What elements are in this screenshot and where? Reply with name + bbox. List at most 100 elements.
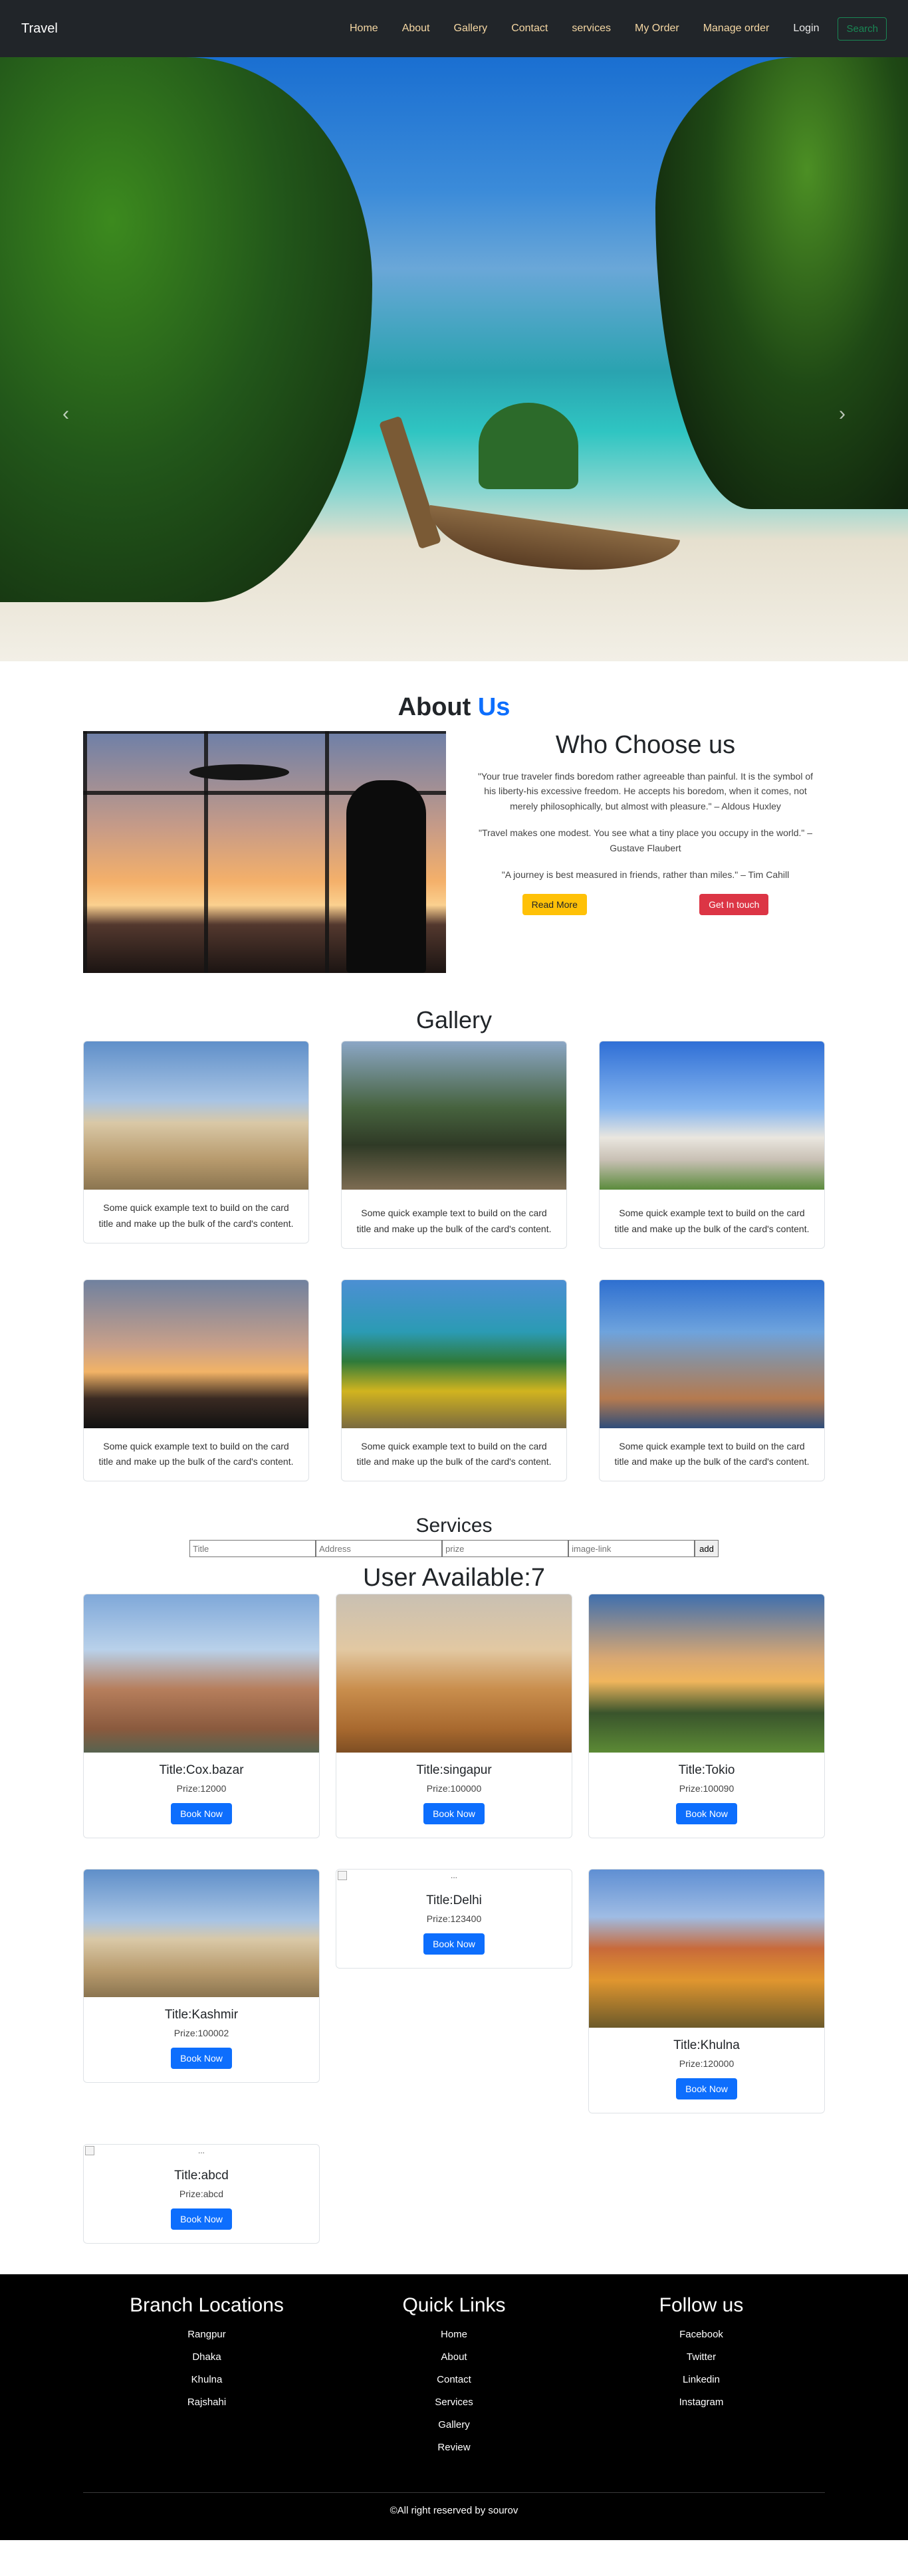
- chevron-left-icon[interactable]: ‹: [62, 403, 69, 425]
- service-image: [589, 1594, 824, 1753]
- nav-about[interactable]: About: [402, 23, 430, 35]
- branch-locations: Branch Locations Rangpur Dhaka Khulna Ra…: [83, 2294, 330, 2459]
- service-card: Title:Tokio Prize:100090 Book Now: [588, 1594, 825, 1839]
- address-input[interactable]: [316, 1540, 443, 1558]
- title-input[interactable]: [189, 1540, 316, 1558]
- gallery-card-text: Some quick example text to build on the …: [614, 1440, 810, 1467]
- broken-image-icon: [338, 1871, 347, 1881]
- nav-login[interactable]: Login: [793, 23, 819, 35]
- nav-contact[interactable]: Contact: [511, 23, 548, 35]
- service-card: Title:Cox.bazar Prize:12000 Book Now: [83, 1594, 320, 1839]
- get-in-touch-button[interactable]: Get In touch: [699, 894, 769, 916]
- service-card: Title:Kashmir Prize:100002 Book Now: [83, 1869, 320, 2084]
- about-quote-1: "Your true traveler finds boredom rather…: [477, 771, 814, 811]
- traveler-silhouette: [346, 780, 426, 973]
- hero-boat: [423, 504, 681, 587]
- service-card: ... Title:abcd Prize:abcd Book Now: [83, 2144, 320, 2244]
- footer: Branch Locations Rangpur Dhaka Khulna Ra…: [0, 2274, 908, 2541]
- about-heading: Who Choose us: [555, 731, 736, 759]
- quick-links: Quick Links Home About Contact Services …: [330, 2294, 578, 2459]
- about-title: About Us: [83, 693, 825, 722]
- about-section: About Us Who Choose us "Your true travel…: [83, 661, 825, 973]
- gallery-image: [342, 1041, 566, 1190]
- footer-link-services[interactable]: Services: [330, 2391, 578, 2414]
- service-grid: Title:Cox.bazar Prize:12000 Book Now Tit…: [83, 1594, 825, 2244]
- book-now-button[interactable]: Book Now: [171, 1803, 232, 1825]
- branch-item: Khulna: [191, 2374, 223, 2386]
- service-card: ... Title:Delhi Prize:123400 Book Now: [336, 1869, 572, 1969]
- service-prize: Prize:120000: [679, 2058, 735, 2070]
- book-now-button[interactable]: Book Now: [171, 2048, 232, 2070]
- book-now-button[interactable]: Book Now: [423, 1933, 485, 1955]
- branch-item: Dhaka: [192, 2351, 221, 2363]
- add-button[interactable]: add: [695, 1540, 719, 1558]
- social-linkedin[interactable]: Linkedin: [578, 2369, 825, 2391]
- add-service-form: add: [83, 1540, 825, 1558]
- book-now-button[interactable]: Book Now: [423, 1803, 485, 1825]
- nav-services[interactable]: services: [572, 23, 611, 35]
- service-prize: Prize:100090: [679, 1783, 735, 1794]
- users-section: User Available:7 Title:Cox.bazar Prize:1…: [83, 1564, 825, 2244]
- about-text: Who Choose us "Your true traveler finds …: [466, 731, 825, 973]
- about-title-main: About: [397, 693, 471, 721]
- gallery-image: [600, 1279, 824, 1428]
- prize-input[interactable]: [442, 1540, 569, 1558]
- service-prize: Prize:123400: [426, 1913, 482, 1925]
- broken-image: ...: [84, 2145, 319, 2158]
- nav-gallery[interactable]: Gallery: [454, 23, 488, 35]
- gallery-card: Some quick example text to build on the …: [599, 1279, 825, 1482]
- services-section: Services add User Available:7 Title:Cox.…: [83, 1481, 825, 2244]
- book-now-button[interactable]: Book Now: [171, 2208, 232, 2230]
- footer-link-contact[interactable]: Contact: [330, 2369, 578, 2391]
- service-card: Title:singapur Prize:100000 Book Now: [336, 1594, 572, 1839]
- footer-columns: Branch Locations Rangpur Dhaka Khulna Ra…: [83, 2294, 825, 2459]
- service-image: [84, 1594, 319, 1753]
- gallery-image: [600, 1041, 824, 1190]
- gallery-card: Some quick example text to build on the …: [341, 1279, 567, 1482]
- nav-my-order[interactable]: My Order: [635, 23, 679, 35]
- gallery-card-text: Some quick example text to build on the …: [98, 1440, 294, 1467]
- book-now-button[interactable]: Book Now: [676, 1803, 737, 1825]
- nav-home[interactable]: Home: [350, 23, 378, 35]
- nav-manage-order[interactable]: Manage order: [703, 23, 770, 35]
- gallery-card-text: Some quick example text to build on the …: [614, 1208, 810, 1234]
- gallery-card-text: Some quick example text to build on the …: [98, 1202, 294, 1229]
- service-prize: Prize:100000: [426, 1783, 482, 1794]
- service-title: Title:Tokio: [678, 1763, 735, 1778]
- copyright: ©All right reserved by sourov: [390, 2505, 518, 2517]
- gallery-image: [84, 1041, 308, 1190]
- footer-link-about[interactable]: About: [330, 2346, 578, 2369]
- gallery-section: Gallery Some quick example text to build…: [83, 973, 825, 1482]
- search-button[interactable]: Search: [838, 17, 887, 41]
- footer-link-review[interactable]: Review: [330, 2436, 578, 2459]
- footer-link-gallery[interactable]: Gallery: [330, 2414, 578, 2436]
- brand-logo[interactable]: Travel: [21, 21, 58, 37]
- hero-islet: [479, 403, 578, 489]
- airplane-silhouette: [189, 764, 289, 780]
- service-title: Title:abcd: [174, 2169, 229, 2183]
- about-quote-2: "Travel makes one modest. You see what a…: [478, 827, 813, 853]
- service-title: Title:Kashmir: [164, 2008, 239, 2022]
- about-image: [83, 731, 446, 973]
- service-prize: Prize:abcd: [179, 2189, 224, 2200]
- social-twitter[interactable]: Twitter: [578, 2346, 825, 2369]
- chevron-right-icon[interactable]: ›: [839, 403, 846, 425]
- hero-cliff-left: [0, 57, 372, 602]
- follow-title: Follow us: [659, 2294, 744, 2317]
- book-now-button[interactable]: Book Now: [676, 2078, 737, 2100]
- gallery-card: Some quick example text to build on the …: [341, 1041, 567, 1249]
- gallery-title: Gallery: [415, 1006, 493, 1033]
- broken-image-alt: ...: [197, 2146, 205, 2156]
- quick-links-title: Quick Links: [402, 2294, 506, 2317]
- social-instagram[interactable]: Instagram: [578, 2391, 825, 2414]
- image-link-input[interactable]: [568, 1540, 695, 1558]
- services-title: Services: [415, 1515, 493, 1537]
- social-facebook[interactable]: Facebook: [578, 2323, 825, 2346]
- footer-link-home[interactable]: Home: [330, 2323, 578, 2346]
- gallery-image: [84, 1279, 308, 1428]
- broken-image: ...: [336, 1870, 572, 1883]
- service-image: [589, 1870, 824, 2028]
- footer-divider: [83, 2492, 825, 2494]
- read-more-button[interactable]: Read More: [522, 894, 587, 916]
- branch-item: Rajshahi: [187, 2397, 227, 2409]
